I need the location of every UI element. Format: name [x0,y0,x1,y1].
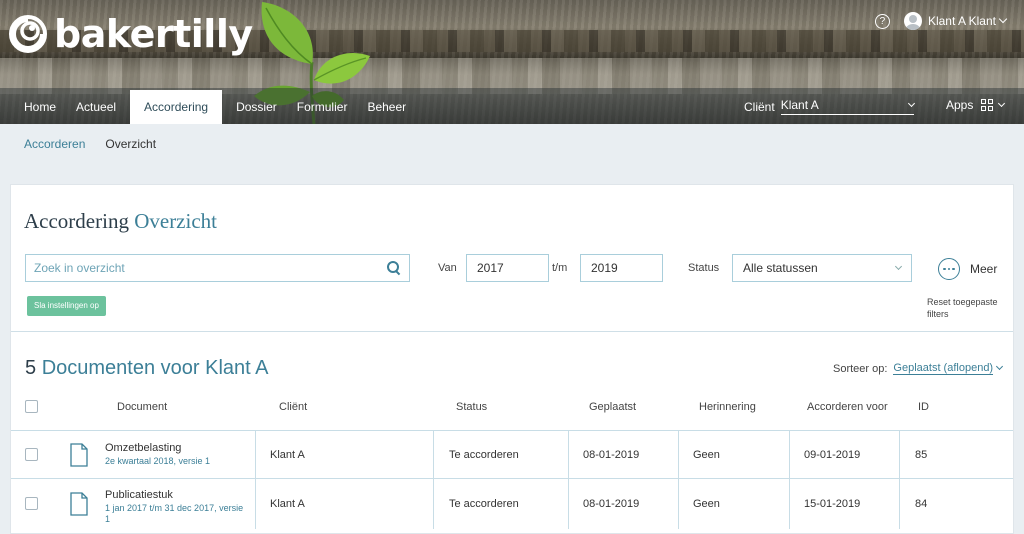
table-row[interactable]: Omzetbelasting 2e kwartaal 2018, versie … [11,430,1013,479]
sort-label: Sorteer op: [833,362,888,375]
cell-placed: 08-01-2019 [583,498,640,510]
column-divider [789,431,790,479]
more-label: Meer [970,262,998,276]
column-divider [255,479,256,529]
search-input[interactable]: Zoek in overzicht [25,254,410,282]
client-value: Klant A [780,98,819,112]
document-icon [70,492,88,516]
cell-status: Te accorderen [449,449,519,461]
apps-label: Apps [946,98,974,112]
column-divider [899,431,900,479]
apps-menu[interactable]: Apps [946,98,1006,112]
nav-actueel[interactable]: Actueel [66,90,126,124]
sort-dropdown[interactable]: Geplaatst (aflopend) [893,362,994,375]
van-field[interactable]: 2017 [466,254,549,282]
cell-approve-before: 15-01-2019 [804,498,861,510]
page-title-main: Accordering [24,209,129,233]
breadcrumb: Accorderen Overzicht [24,137,156,151]
tm-field[interactable]: 2019 [580,254,663,282]
nav-formulier[interactable]: Formulier [287,90,358,124]
help-icon[interactable]: ? [874,13,890,29]
status-select-value: Alle statussen [743,261,818,275]
column-divider [899,479,900,529]
overview-card: Accordering Overzicht Zoek in overzicht … [10,184,1014,534]
results-title: Documenten voor Klant A [41,357,269,379]
results-heading: 5 Documenten voor Klant A [25,357,268,380]
column-divider [568,431,569,479]
document-title[interactable]: Omzetbelasting [105,442,181,454]
column-divider [789,479,790,529]
cell-status: Te accorderen [449,498,519,510]
column-divider [568,479,569,529]
nav-beheer[interactable]: Beheer [357,90,416,124]
header-banner: bakertilly ? Klant A Klant Home Actueel … [0,0,1024,124]
chevron-down-icon [907,99,915,107]
cell-reminder: Geen [693,498,720,510]
logo-swirl-icon [9,15,47,53]
breadcrumb-current: Overzicht [105,137,157,151]
col-reminder[interactable]: Herinnering [699,401,756,413]
col-approve-before[interactable]: Accorderen voor [807,401,888,413]
column-divider [255,431,256,479]
reset-filters-link[interactable]: Reset toegepaste filters [927,296,1007,320]
nav-dossier[interactable]: Dossier [226,90,287,124]
cell-client: Klant A [270,449,305,461]
nav-accordering[interactable]: Accordering [130,90,223,124]
status-label: Status [688,262,720,274]
col-status[interactable]: Status [456,401,487,413]
results-count: 5 [25,357,37,379]
document-title[interactable]: Publicatiestuk [105,489,173,501]
more-filters-button[interactable]: Meer [938,258,997,280]
col-id[interactable]: ID [918,401,929,413]
cell-placed: 08-01-2019 [583,449,640,461]
chevron-down-icon [894,262,903,270]
avatar[interactable] [903,12,922,30]
apps-grid-icon [981,99,994,111]
logo-text: bakertilly [54,12,253,56]
sort-control: Sorteer op: Geplaatst (aflopend) [833,362,1004,375]
row-checkbox[interactable] [25,448,38,461]
nav-home[interactable]: Home [14,90,66,124]
cell-reminder: Geen [693,449,720,461]
document-icon [70,443,88,467]
bakertilly-logo[interactable]: bakertilly [8,8,253,60]
table-row[interactable]: Publicatiestuk 1 jan 2017 t/m 31 dec 201… [11,478,1013,529]
col-document[interactable]: Document [117,401,167,413]
page-title-accent: Overzicht [134,209,217,233]
save-settings-button[interactable]: Sla instellingen op [27,296,106,316]
chevron-down-icon [998,99,1006,107]
cell-id: 84 [915,498,928,510]
client-dropdown[interactable]: Klant A [780,98,915,115]
col-placed[interactable]: Geplaatst [589,401,636,413]
chevron-down-icon[interactable] [998,14,1008,24]
column-divider [678,479,679,529]
column-divider [433,479,434,529]
search-placeholder: Zoek in overzicht [34,261,125,275]
more-dots-icon [938,258,960,280]
search-icon[interactable] [387,261,401,275]
cell-client: Klant A [270,498,305,510]
page-title: Accordering Overzicht [24,209,217,234]
select-all-checkbox[interactable] [25,400,38,413]
breadcrumb-accorderen[interactable]: Accorderen [24,137,85,151]
column-divider [433,431,434,479]
document-subtitle: 2e kwartaal 2018, versie 1 [105,456,211,466]
user-menu-name[interactable]: Klant A Klant [928,14,996,28]
cell-approve-before: 09-01-2019 [804,449,861,461]
chevron-down-icon[interactable] [996,362,1004,371]
user-area: ? Klant A Klant [874,12,1008,30]
client-label: Cliënt [744,99,775,114]
van-label: Van [438,262,457,274]
tm-label: t/m [552,262,568,274]
section-divider [11,331,1013,332]
column-divider [678,431,679,479]
status-select[interactable]: Alle statussen [732,254,912,282]
row-checkbox[interactable] [25,497,38,510]
cell-id: 85 [915,449,928,461]
col-client[interactable]: Cliënt [279,401,307,413]
document-subtitle: 1 jan 2017 t/m 31 dec 2017, versie 1 [105,503,244,524]
client-selector: Cliënt Klant A [744,98,915,115]
main-nav: Home Actueel Accordering Dossier Formuli… [14,90,416,124]
